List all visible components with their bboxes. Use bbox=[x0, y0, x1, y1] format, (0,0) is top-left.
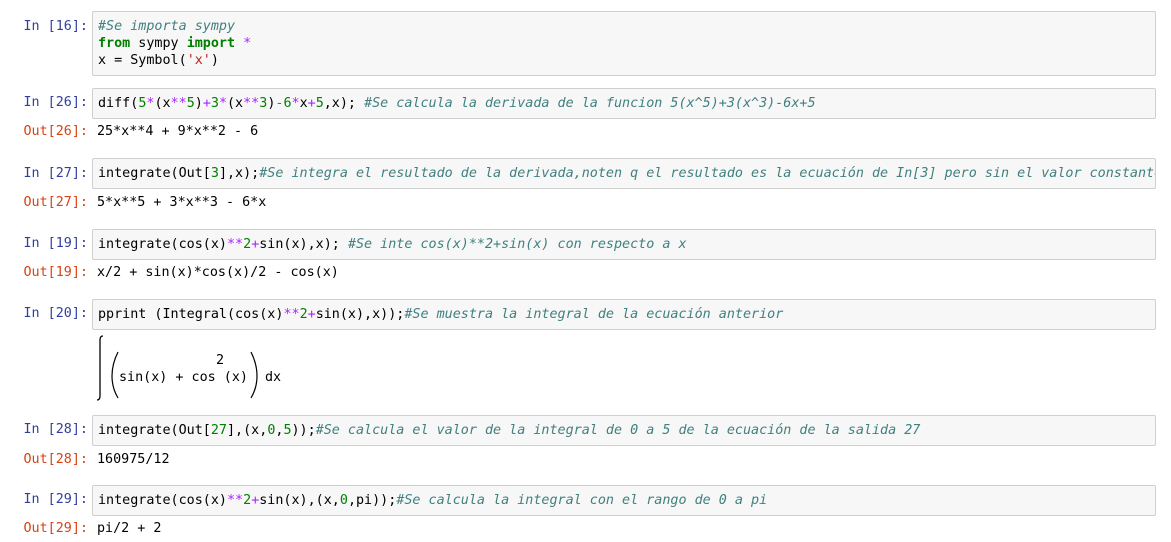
code-token: 6 bbox=[283, 96, 292, 111]
code-token: integrate(Out[ bbox=[98, 423, 211, 438]
code-line: from sympy import * bbox=[98, 35, 1150, 52]
code-token: (x bbox=[227, 96, 244, 111]
pretty-dx: dx bbox=[265, 370, 281, 385]
cell-output: x/2 + sin(x)*cos(x)/2 - cos(x) bbox=[97, 265, 339, 280]
code-token: sin(x),x); bbox=[259, 237, 348, 252]
code-token: * bbox=[218, 96, 227, 111]
code-token: + bbox=[202, 96, 211, 111]
code-token: 5 bbox=[315, 96, 324, 111]
code-line: #Se importa sympy bbox=[98, 18, 1150, 35]
code-token: #Se integra el resultado de la derivada,… bbox=[259, 166, 1156, 181]
cell-output: 5*x**5 + 3*x**3 - 6*x bbox=[97, 195, 267, 210]
code-token: * bbox=[291, 96, 300, 111]
code-token: from bbox=[98, 36, 131, 51]
code-token: 'x' bbox=[186, 53, 211, 68]
input-prompt: In [20]: bbox=[23, 306, 89, 321]
code-token: 3 bbox=[210, 166, 219, 181]
input-prompt: In [26]: bbox=[23, 95, 89, 110]
output-prompt: Out[27]: bbox=[23, 195, 89, 210]
code-cell-input[interactable]: pprint (Integral(cos(x)**2+sin(x),x));#S… bbox=[92, 299, 1156, 330]
code-token: * bbox=[243, 36, 252, 51]
code-token: #Se calcula la integral con el rango de … bbox=[396, 493, 768, 508]
code-token: #Se calcula la derivada de la funcion 5(… bbox=[364, 96, 816, 111]
integral-sign-icon bbox=[97, 335, 104, 401]
code-token: integrate(cos(x) bbox=[98, 493, 227, 508]
code-line: integrate(Out[27],(x,0,5));#Se calcula e… bbox=[98, 422, 1150, 439]
code-line: integrate(cos(x)**2+sin(x),(x,0,pi));#Se… bbox=[98, 492, 1150, 509]
code-token: ** bbox=[227, 493, 244, 508]
input-prompt: In [19]: bbox=[23, 236, 89, 251]
code-token: #Se muestra la integral de la ecuación a… bbox=[404, 307, 784, 322]
code-token: (x bbox=[154, 96, 171, 111]
pretty-body: sin(x) + cos (x) bbox=[119, 370, 248, 385]
code-token: x = Symbol( bbox=[98, 53, 187, 68]
code-token: ** bbox=[283, 307, 300, 322]
code-token: )); bbox=[291, 423, 316, 438]
code-cell-input[interactable]: integrate(cos(x)**2+sin(x),(x,0,pi));#Se… bbox=[92, 485, 1156, 516]
code-token: 5 bbox=[283, 423, 292, 438]
code-token: ],x); bbox=[218, 166, 260, 181]
input-prompt: In [29]: bbox=[23, 492, 89, 507]
code-token: 0 bbox=[339, 493, 348, 508]
code-line: integrate(cos(x)**2+sin(x),x); #Se inte … bbox=[98, 236, 1150, 253]
code-token: ) bbox=[210, 53, 219, 68]
left-paren-icon bbox=[111, 351, 119, 399]
code-token: sin(x),(x, bbox=[259, 493, 340, 508]
code-token: pprint (Integral(cos(x) bbox=[98, 307, 284, 322]
code-token: ) bbox=[194, 96, 203, 111]
output-prompt: Out[28]: bbox=[23, 452, 89, 467]
code-line: integrate(Out[3],x);#Se integra el resul… bbox=[98, 165, 1155, 182]
code-line: x = Symbol('x') bbox=[98, 52, 1150, 69]
output-prompt: Out[26]: bbox=[23, 124, 89, 139]
code-token: + bbox=[307, 96, 316, 111]
code-token: 5 bbox=[186, 96, 195, 111]
code-token: ],(x, bbox=[227, 423, 268, 438]
code-token: 2 bbox=[299, 307, 308, 322]
code-token: 27 bbox=[210, 423, 227, 438]
code-token: ** bbox=[243, 96, 260, 111]
code-token: diff( bbox=[98, 96, 139, 111]
pretty-print-integral: 2 sin(x) + cos (x) dx bbox=[97, 335, 281, 401]
code-line: diff(5*(x**5)+3*(x**3)-6*x+5,x); #Se cal… bbox=[98, 95, 1150, 112]
code-token: ** bbox=[170, 96, 187, 111]
input-prompt: In [16]: bbox=[23, 19, 89, 34]
cell-output: pi/2 + 2 bbox=[97, 521, 162, 536]
right-paren-icon bbox=[250, 351, 258, 399]
code-token: sympy bbox=[130, 36, 187, 51]
code-cell-input[interactable]: diff(5*(x**5)+3*(x**3)-6*x+5,x); #Se cal… bbox=[92, 88, 1156, 119]
code-cell-input[interactable]: integrate(cos(x)**2+sin(x),x); #Se inte … bbox=[92, 229, 1156, 260]
code-cell-input[interactable]: integrate(Out[27],(x,0,5));#Se calcula e… bbox=[92, 415, 1156, 446]
input-prompt: In [27]: bbox=[23, 166, 89, 181]
cell-output: 25*x**4 + 9*x**2 - 6 bbox=[97, 124, 259, 139]
code-token: #Se calcula el valor de la integral de 0… bbox=[315, 423, 921, 438]
code-token: #Se inte cos(x)**2+sin(x) con respecto a… bbox=[347, 237, 687, 252]
code-line: pprint (Integral(cos(x)**2+sin(x),x));#S… bbox=[98, 306, 1150, 323]
pretty-superscript: 2 bbox=[216, 353, 224, 368]
output-prompt: Out[19]: bbox=[23, 265, 89, 280]
code-cell-input[interactable]: integrate(Out[3],x);#Se integra el resul… bbox=[92, 158, 1156, 189]
code-token: ,pi)); bbox=[347, 493, 397, 508]
code-token: + bbox=[307, 307, 316, 322]
code-token: integrate(cos(x) bbox=[98, 237, 227, 252]
output-prompt: Out[29]: bbox=[23, 521, 89, 536]
cell-output: 160975/12 bbox=[97, 452, 170, 467]
code-token: integrate(Out[ bbox=[98, 166, 211, 181]
code-token: x bbox=[299, 96, 308, 111]
code-token: #Se importa sympy bbox=[98, 19, 236, 34]
input-prompt: In [28]: bbox=[23, 422, 89, 437]
code-token: sin(x),x)); bbox=[315, 307, 405, 322]
code-token: 3 bbox=[210, 96, 219, 111]
code-token: ** bbox=[227, 237, 244, 252]
code-token: ,x); bbox=[323, 96, 365, 111]
code-token: 2 bbox=[243, 237, 252, 252]
code-token: import bbox=[186, 36, 236, 51]
code-cell-input[interactable]: #Se importa sympy from sympy import * x = … bbox=[92, 11, 1156, 76]
code-token: 2 bbox=[243, 493, 252, 508]
